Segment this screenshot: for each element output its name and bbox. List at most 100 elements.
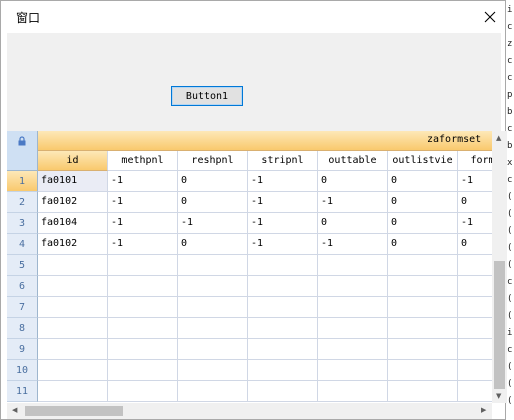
table-cell[interactable]	[388, 360, 458, 381]
table-cell[interactable]: -1	[108, 171, 178, 192]
table-cell[interactable]	[318, 318, 388, 339]
table-cell[interactable]	[318, 381, 388, 402]
table-cell[interactable]	[108, 318, 178, 339]
table-cell[interactable]	[178, 339, 248, 360]
row-header[interactable]: 8	[7, 318, 38, 339]
table-cell[interactable]	[248, 381, 318, 402]
table-cell[interactable]	[108, 255, 178, 276]
column-header-0[interactable]: id	[38, 151, 108, 171]
scroll-up-icon[interactable]: ▲	[496, 135, 501, 142]
vertical-scrollbar[interactable]: ▲ ▼	[492, 131, 507, 403]
row-header[interactable]: 5	[7, 255, 38, 276]
table-cell[interactable]: -1	[318, 234, 388, 255]
table-cell[interactable]: -1	[318, 192, 388, 213]
table-cell[interactable]	[108, 339, 178, 360]
row-header[interactable]: 9	[7, 339, 38, 360]
table-cell[interactable]	[248, 318, 318, 339]
table-cell[interactable]: 0	[318, 213, 388, 234]
table-cell[interactable]	[318, 339, 388, 360]
close-button[interactable]	[477, 5, 503, 29]
scroll-left-icon[interactable]: ◀	[12, 407, 17, 414]
column-header-1[interactable]: methpnl	[108, 151, 178, 171]
table-cell[interactable]: -1	[248, 213, 318, 234]
table-cell[interactable]	[248, 360, 318, 381]
button1[interactable]: Button1	[171, 86, 243, 106]
table-cell[interactable]: fa0102	[38, 192, 108, 213]
table-cell[interactable]	[248, 297, 318, 318]
table-cell[interactable]: -1	[108, 192, 178, 213]
row-header[interactable]: 3	[7, 213, 38, 234]
table-cell[interactable]: -1	[108, 234, 178, 255]
table-cell[interactable]	[108, 276, 178, 297]
table-cell[interactable]	[38, 297, 108, 318]
row-header[interactable]: 4	[7, 234, 38, 255]
table-cell[interactable]: 0	[318, 171, 388, 192]
table-cell[interactable]	[178, 297, 248, 318]
table-cell[interactable]	[178, 318, 248, 339]
table-cell[interactable]	[388, 339, 458, 360]
table-cell[interactable]	[108, 360, 178, 381]
table-cell[interactable]	[318, 255, 388, 276]
column-header-3[interactable]: stripnl	[248, 151, 318, 171]
table-cell[interactable]	[388, 255, 458, 276]
horizontal-scrollbar[interactable]: ◀ ▶	[7, 403, 492, 419]
title-bar: 窗口	[1, 1, 505, 33]
table-cell[interactable]: fa0101	[38, 171, 108, 192]
row-header[interactable]: 2	[7, 192, 38, 213]
table-cell[interactable]	[38, 339, 108, 360]
table-cell[interactable]	[178, 255, 248, 276]
row-header[interactable]: 6	[7, 276, 38, 297]
column-header-5[interactable]: outlistvie	[388, 151, 458, 171]
table-cell[interactable]	[318, 297, 388, 318]
horizontal-scroll-thumb[interactable]	[25, 406, 123, 416]
table-cell[interactable]: fa0104	[38, 213, 108, 234]
row-header[interactable]: 10	[7, 360, 38, 381]
table-cell[interactable]	[38, 360, 108, 381]
row-header[interactable]: 1	[7, 171, 38, 192]
column-header-4[interactable]: outtable	[318, 151, 388, 171]
table-cell[interactable]: 0	[178, 171, 248, 192]
table-cell[interactable]	[108, 297, 178, 318]
table-cell[interactable]	[248, 255, 318, 276]
background-text-line: (	[507, 396, 513, 406]
table-cell[interactable]: -1	[248, 234, 318, 255]
table-cell[interactable]	[388, 318, 458, 339]
table-cell[interactable]: -1	[178, 213, 248, 234]
table-cell[interactable]	[248, 339, 318, 360]
table-cell[interactable]: 0	[178, 192, 248, 213]
table-cell[interactable]: 0	[178, 234, 248, 255]
table-cell[interactable]	[38, 381, 108, 402]
table-cell[interactable]: -1	[248, 171, 318, 192]
table-cell[interactable]: -1	[108, 213, 178, 234]
table-cell[interactable]	[318, 276, 388, 297]
table-cell[interactable]	[388, 381, 458, 402]
table-cell[interactable]	[38, 276, 108, 297]
row-header[interactable]: 11	[7, 381, 38, 402]
table-cell[interactable]: 0	[388, 213, 458, 234]
table-cell[interactable]	[178, 276, 248, 297]
scroll-down-icon[interactable]: ▼	[496, 393, 501, 400]
table-cell[interactable]: -1	[248, 192, 318, 213]
table-cell[interactable]	[178, 360, 248, 381]
background-editor-text: i c z c c p b c b x c(((((c((i c(((	[506, 0, 514, 420]
table-cell[interactable]	[178, 381, 248, 402]
table-cell[interactable]: 0	[388, 171, 458, 192]
table-cell[interactable]: 0	[388, 192, 458, 213]
table-cell[interactable]	[388, 297, 458, 318]
table-cell[interactable]	[108, 381, 178, 402]
grid-corner[interactable]	[7, 131, 38, 171]
table-cell[interactable]: 0	[388, 234, 458, 255]
vertical-scroll-thumb[interactable]	[494, 261, 505, 389]
table-cell[interactable]	[248, 276, 318, 297]
scroll-right-icon[interactable]: ▶	[481, 407, 486, 414]
table-cell[interactable]	[388, 276, 458, 297]
row-header[interactable]: 7	[7, 297, 38, 318]
table-cell[interactable]	[38, 255, 108, 276]
lock-icon	[18, 136, 26, 146]
background-text-line: (	[507, 379, 513, 389]
column-header-2[interactable]: reshpnl	[178, 151, 248, 171]
table-cell[interactable]	[38, 318, 108, 339]
background-text-line: z	[507, 39, 513, 49]
table-cell[interactable]	[318, 360, 388, 381]
table-cell[interactable]: fa0102	[38, 234, 108, 255]
